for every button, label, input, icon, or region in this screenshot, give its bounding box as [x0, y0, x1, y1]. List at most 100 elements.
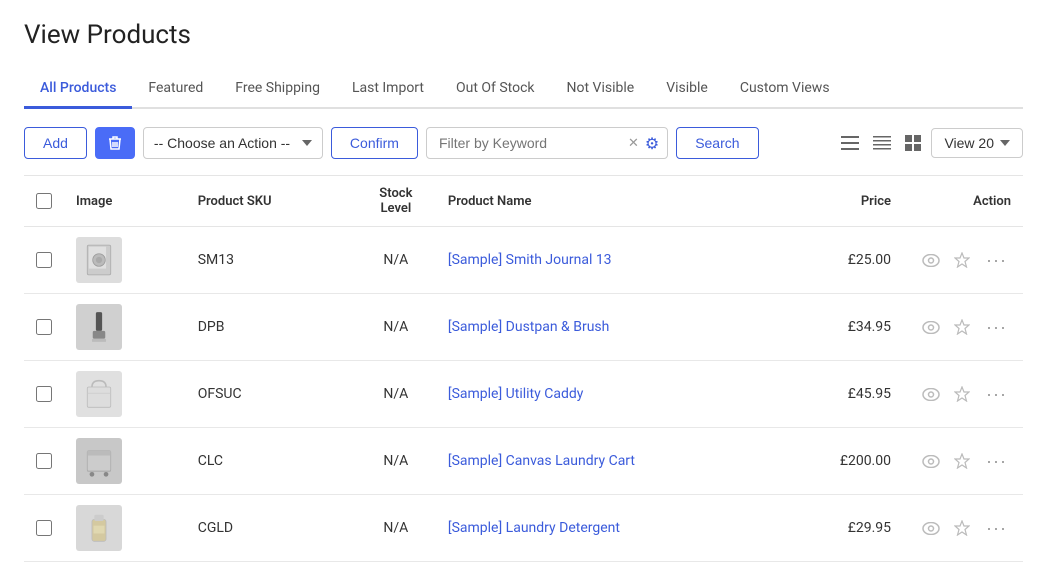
- row-sku: OFSUC: [186, 361, 356, 428]
- product-name-link[interactable]: [Sample] Smith Journal 13: [448, 252, 612, 268]
- row-price: £25.00: [803, 227, 903, 294]
- select-all-checkbox[interactable]: [36, 193, 52, 209]
- row-more-actions-button[interactable]: ···: [982, 383, 1011, 405]
- tab-custom-views[interactable]: Custom Views: [724, 70, 846, 109]
- favorite-button[interactable]: [952, 518, 972, 538]
- row-price: £200.00: [803, 428, 903, 495]
- row-checkbox[interactable]: [36, 319, 52, 335]
- favorite-button[interactable]: [952, 317, 972, 337]
- compact-view-button[interactable]: [869, 132, 895, 154]
- row-checkbox[interactable]: [36, 252, 52, 268]
- product-name-link[interactable]: [Sample] Canvas Laundry Cart: [448, 453, 635, 469]
- row-checkbox-cell: [24, 428, 64, 495]
- row-stock: N/A: [356, 495, 436, 562]
- view-count-button[interactable]: View 20: [931, 128, 1023, 158]
- col-image: Image: [64, 176, 186, 227]
- row-price: £45.95: [803, 361, 903, 428]
- star-icon: [954, 386, 970, 402]
- list-view-button[interactable]: [837, 132, 863, 154]
- filter-clear-icon[interactable]: ✕: [628, 136, 639, 151]
- row-checkbox-cell: [24, 361, 64, 428]
- row-sku: CLC: [186, 428, 356, 495]
- toolbar: Add -- Choose an Action -- Confirm ✕ ⚙ S…: [24, 127, 1023, 159]
- product-image: [76, 304, 122, 350]
- compact-view-icon: [873, 136, 891, 150]
- trash-icon: [108, 135, 122, 151]
- row-more-actions-button[interactable]: ···: [982, 316, 1011, 338]
- favorite-button[interactable]: [952, 384, 972, 404]
- col-sku: Product SKU: [186, 176, 356, 227]
- eye-icon: [922, 522, 940, 535]
- row-image-cell: [64, 495, 186, 562]
- table-row: CLC N/A [Sample] Canvas Laundry Cart £20…: [24, 428, 1023, 495]
- star-icon: [954, 520, 970, 536]
- col-name: Product Name: [436, 176, 803, 227]
- row-price: £34.95: [803, 294, 903, 361]
- row-checkbox[interactable]: [36, 453, 52, 469]
- delete-button[interactable]: [95, 127, 135, 159]
- tab-all[interactable]: All Products: [24, 70, 132, 109]
- tab-featured[interactable]: Featured: [132, 70, 219, 109]
- product-image: [76, 438, 122, 484]
- row-action-cell: ···: [903, 227, 1023, 294]
- favorite-button[interactable]: [952, 451, 972, 471]
- favorite-button[interactable]: [952, 250, 972, 270]
- row-action-cell: ···: [903, 495, 1023, 562]
- row-checkbox-cell: [24, 495, 64, 562]
- col-stock: Stock Level: [356, 176, 436, 227]
- action-select[interactable]: -- Choose an Action --: [143, 127, 323, 159]
- visibility-toggle-button[interactable]: [920, 386, 942, 403]
- grid-view-icon: [905, 135, 921, 151]
- product-image: [76, 371, 122, 417]
- row-sku: DPB: [186, 294, 356, 361]
- row-checkbox-cell: [24, 294, 64, 361]
- visibility-toggle-button[interactable]: [920, 252, 942, 269]
- row-more-actions-button[interactable]: ···: [982, 450, 1011, 472]
- tab-last-import[interactable]: Last Import: [336, 70, 440, 109]
- tabs-nav: All ProductsFeaturedFree ShippingLast Im…: [24, 70, 1023, 109]
- visibility-toggle-button[interactable]: [920, 319, 942, 336]
- row-stock: N/A: [356, 361, 436, 428]
- visibility-toggle-button[interactable]: [920, 520, 942, 537]
- row-image-cell: [64, 294, 186, 361]
- table-row: OFSUC N/A [Sample] Utility Caddy £45.95: [24, 361, 1023, 428]
- grid-view-button[interactable]: [901, 131, 925, 155]
- row-name: [Sample] Canvas Laundry Cart: [436, 428, 803, 495]
- visibility-toggle-button[interactable]: [920, 453, 942, 470]
- row-more-actions-button[interactable]: ···: [982, 249, 1011, 271]
- tab-visible[interactable]: Visible: [650, 70, 724, 109]
- products-table: Image Product SKU Stock Level Product Na…: [24, 175, 1023, 562]
- product-name-link[interactable]: [Sample] Laundry Detergent: [448, 520, 620, 536]
- row-action-cell: ···: [903, 361, 1023, 428]
- search-button[interactable]: Search: [676, 127, 758, 159]
- row-more-actions-button[interactable]: ···: [982, 517, 1011, 539]
- table-row: DPB N/A [Sample] Dustpan & Brush £34.95: [24, 294, 1023, 361]
- row-image-cell: [64, 428, 186, 495]
- row-name: [Sample] Dustpan & Brush: [436, 294, 803, 361]
- eye-icon: [922, 254, 940, 267]
- row-name: [Sample] Smith Journal 13: [436, 227, 803, 294]
- product-name-link[interactable]: [Sample] Utility Caddy: [448, 386, 583, 402]
- view-controls: View 20: [837, 128, 1023, 158]
- row-action-cell: ···: [903, 428, 1023, 495]
- tab-free-shipping[interactable]: Free Shipping: [219, 70, 336, 109]
- product-image: [76, 237, 122, 283]
- row-checkbox-cell: [24, 227, 64, 294]
- row-image-cell: [64, 227, 186, 294]
- tab-not-visible[interactable]: Not Visible: [551, 70, 651, 109]
- filter-options-icon[interactable]: ⚙: [645, 134, 659, 153]
- filter-input[interactable]: [435, 128, 624, 158]
- product-name-link[interactable]: [Sample] Dustpan & Brush: [448, 319, 610, 335]
- row-sku: CGLD: [186, 495, 356, 562]
- tab-out-of-stock[interactable]: Out Of Stock: [440, 70, 551, 109]
- table-row: SM13 N/A [Sample] Smith Journal 13 £25.0…: [24, 227, 1023, 294]
- col-price: Price: [803, 176, 903, 227]
- add-button[interactable]: Add: [24, 127, 87, 159]
- row-checkbox[interactable]: [36, 520, 52, 536]
- confirm-button[interactable]: Confirm: [331, 127, 418, 159]
- row-checkbox[interactable]: [36, 386, 52, 402]
- list-view-icon: [841, 136, 859, 150]
- eye-icon: [922, 455, 940, 468]
- row-sku: SM13: [186, 227, 356, 294]
- row-name: [Sample] Utility Caddy: [436, 361, 803, 428]
